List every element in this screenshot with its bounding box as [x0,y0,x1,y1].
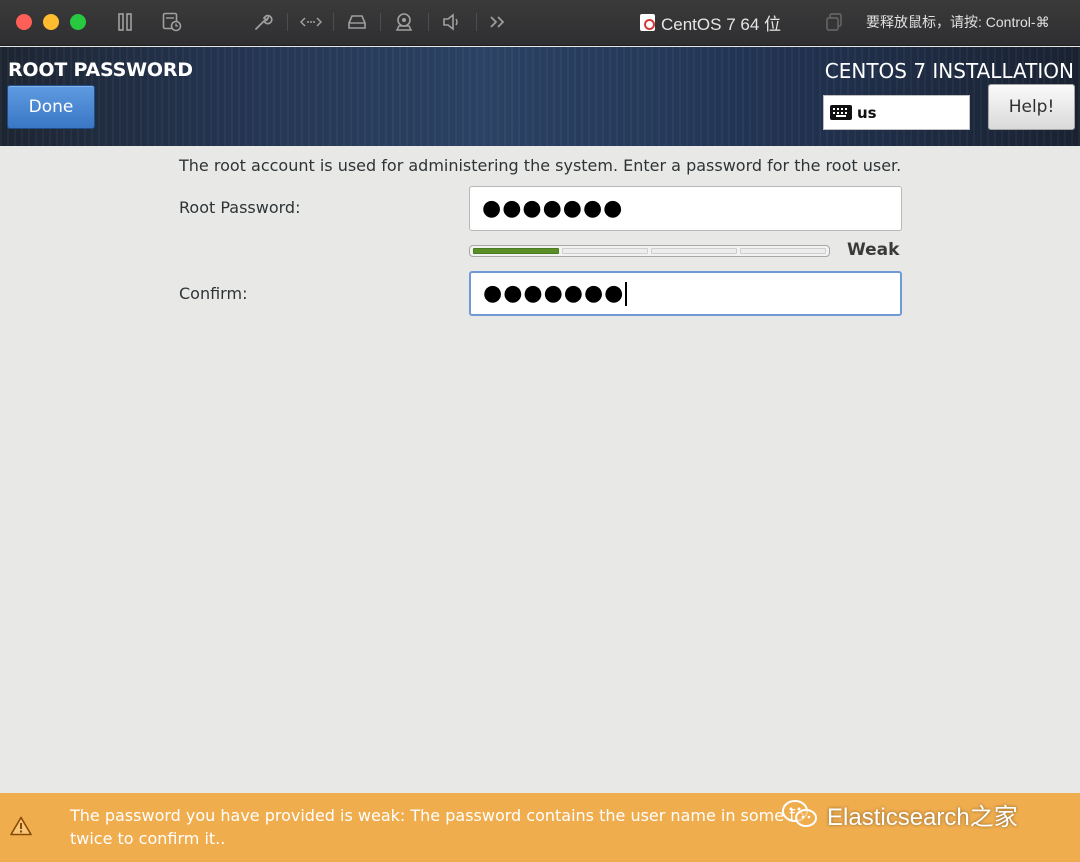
network-icon[interactable] [299,10,323,34]
keyboard-icon [830,105,852,120]
confirm-password-input[interactable]: ●●●●●●● [469,271,902,316]
fullscreen-window-button[interactable] [70,14,86,30]
password-strength-label: Weak [847,240,900,260]
password-strength-bar [469,245,830,257]
product-title: CENTOS 7 INSTALLATION [824,59,1074,83]
confirm-password-value: ●●●●●●● [483,281,625,306]
confirm-password-label: Confirm: [179,284,248,303]
hard-disk-icon[interactable] [346,10,368,34]
strength-segment [473,248,559,254]
keyboard-layout-label: us [857,103,877,122]
vm-window-titlebar: CentOS 7 64 位 要释放鼠标，请按: Control-⌘ [0,0,1080,46]
intro-text: The root account is used for administeri… [179,156,902,175]
copy-icon[interactable] [826,13,842,31]
toolbar-divider [333,13,334,31]
sound-icon[interactable] [441,10,463,34]
snapshot-icon[interactable] [161,10,183,34]
pause-icon[interactable] [116,10,134,34]
release-mouse-hint: 要释放鼠标，请按: Control-⌘ [866,14,1050,30]
settings-wrench-icon[interactable] [252,10,274,34]
toolbar-divider [476,13,477,31]
help-button[interactable]: Help! [988,84,1075,130]
close-window-button[interactable] [16,14,32,30]
more-icon[interactable] [488,10,508,34]
vm-title: CentOS 7 64 位 [640,9,781,35]
minimize-window-button[interactable] [43,14,59,30]
done-button[interactable]: Done [7,85,95,129]
text-caret [625,281,627,306]
watermark: Elasticsearch之家 [781,796,1018,832]
vm-file-icon [640,13,655,31]
strength-segment [651,248,737,254]
root-password-label: Root Password: [179,198,301,217]
watermark-text: Elasticsearch之家 [827,803,1018,831]
root-password-value: ●●●●●●● [482,196,624,221]
strength-segment [562,248,648,254]
camera-icon[interactable] [393,10,415,34]
page-title: ROOT PASSWORD [8,59,193,81]
toolbar-divider [428,13,429,31]
warning-icon [10,816,32,840]
root-password-input[interactable]: ●●●●●●● [469,186,902,231]
wechat-icon [781,799,819,829]
strength-segment [740,248,826,254]
spoke-header: ROOT PASSWORD Done CENTOS 7 INSTALLATION… [0,47,1080,146]
keyboard-layout-indicator[interactable]: us [823,95,970,130]
toolbar-divider [380,13,381,31]
toolbar-divider [287,13,288,31]
vm-title-text: CentOS 7 64 位 [661,14,782,34]
